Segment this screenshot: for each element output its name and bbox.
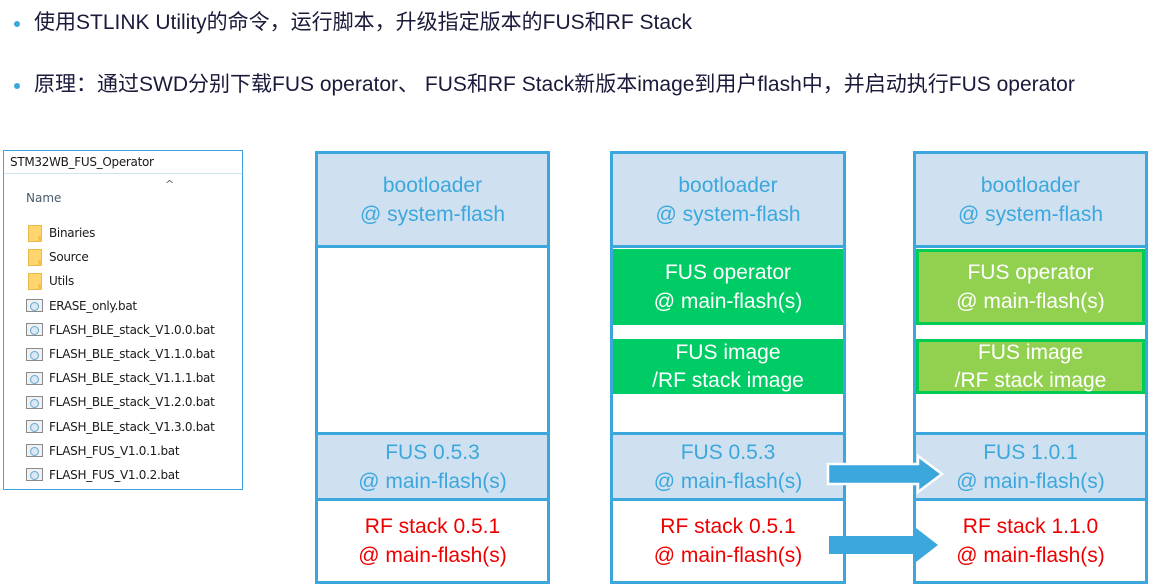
- rf-stack-block: RF stack 0.5.1 @ main-flash(s): [318, 501, 547, 581]
- bullet-dot-icon: [14, 83, 20, 89]
- fus-block: FUS 1.0.1 @ main-flash(s): [916, 432, 1145, 501]
- file-item[interactable]: Utils: [28, 269, 215, 293]
- folder-icon: [28, 224, 42, 242]
- bootloader-block: bootloader @ system-flash: [318, 154, 547, 248]
- file-name: FLASH_FUS_V1.0.1.bat: [49, 443, 180, 458]
- file-item[interactable]: FLASH_FUS_V1.0.1.bat: [26, 439, 215, 463]
- fus-upgrade-arrow-icon: [826, 453, 945, 495]
- folder-icon: [28, 272, 42, 290]
- batch-file-icon: [26, 299, 43, 313]
- folder-icon: [28, 248, 42, 266]
- file-item[interactable]: FLASH_BLE_stack_V1.0.0.bat: [26, 318, 215, 342]
- bullet-text: 原理：通过SWD分别下载FUS operator、 FUS和RF Stack新版…: [34, 73, 1075, 96]
- memory-map-downloaded: bootloader @ system-flash FUS operator @ m…: [610, 151, 846, 584]
- fus-operator-block: FUS operator @ main-flash(s): [613, 249, 843, 325]
- file-item[interactable]: FLASH_BLE_stack_V1.1.0.bat: [26, 342, 215, 366]
- file-item[interactable]: Binaries: [28, 221, 215, 245]
- memory-map-upgraded: bootloader @ system-flash FUS operator @ m…: [913, 151, 1148, 584]
- fus-rf-image-block: FUS image/RF stack image: [916, 339, 1145, 394]
- bullet-dot-icon: [14, 21, 20, 27]
- file-name: FLASH_BLE_stack_V1.2.0.bat: [49, 395, 215, 410]
- file-name: FLASH_BLE_stack_V1.1.0.bat: [49, 347, 215, 362]
- bullet-principle: 原理：通过SWD分别下载FUS operator、 FUS和RF Stack新版…: [14, 71, 1154, 99]
- file-item[interactable]: FLASH_FUS_V1.0.2.bat: [26, 463, 215, 487]
- file-name: Binaries: [49, 226, 96, 241]
- file-item[interactable]: ERASE_only.bat: [26, 294, 215, 318]
- file-item[interactable]: FLASH_BLE_stack_V1.1.1.bat: [26, 366, 215, 390]
- rf-stack-block: RF stack 1.1.0 @ main-flash(s): [916, 501, 1145, 581]
- column-header-name[interactable]: Name: [26, 191, 61, 205]
- rf-upgrade-arrow-icon: [829, 528, 938, 562]
- file-name: FLASH_BLE_stack_V1.3.0.bat: [49, 419, 215, 434]
- file-explorer: STM32WB_FUS_Operator ^ Name Binaries Sou…: [3, 150, 243, 490]
- batch-file-icon: [26, 347, 43, 361]
- file-name: Source: [49, 250, 89, 265]
- bootloader-block: bootloader @ system-flash: [613, 154, 843, 248]
- rf-stack-block: RF stack 0.5.1 @ main-flash(s): [613, 501, 843, 581]
- file-list: Binaries Source Utils ERASE_only.bat FLA…: [26, 221, 215, 487]
- fus-rf-image-block: FUS image/RF stack image: [613, 339, 843, 394]
- batch-file-icon: [26, 371, 43, 385]
- file-name: ERASE_only.bat: [49, 298, 137, 313]
- chevron-up-icon[interactable]: ^: [165, 178, 174, 191]
- file-name: FLASH_BLE_stack_V1.1.1.bat: [49, 371, 215, 386]
- bullet-usage: 使用STLINK Utility的命令，运行脚本，升级指定版本的FUS和RF S…: [14, 9, 1154, 37]
- batch-file-icon: [26, 420, 43, 434]
- file-name: FLASH_FUS_V1.0.2.bat: [49, 467, 180, 482]
- explorer-title: STM32WB_FUS_Operator: [4, 151, 242, 174]
- memory-map-initial: bootloader @ system-flash FUS 0.5.3 @ main…: [315, 151, 550, 584]
- fus-operator-block: FUS operator @ main-flash(s): [916, 249, 1145, 325]
- file-name: Utils: [49, 274, 74, 289]
- bootloader-block: bootloader @ system-flash: [916, 154, 1145, 248]
- batch-file-icon: [26, 395, 43, 409]
- batch-file-icon: [26, 468, 43, 482]
- bullet-text: 使用STLINK Utility的命令，运行脚本，升级指定版本的FUS和RF S…: [34, 11, 693, 34]
- file-item[interactable]: FLASH_BLE_stack_V1.3.0.bat: [26, 415, 215, 439]
- batch-file-icon: [26, 323, 43, 337]
- file-name: FLASH_BLE_stack_V1.0.0.bat: [49, 322, 215, 337]
- batch-file-icon: [26, 444, 43, 458]
- fus-block: FUS 0.5.3 @ main-flash(s): [613, 432, 843, 501]
- file-item[interactable]: Source: [28, 245, 215, 269]
- file-item[interactable]: FLASH_BLE_stack_V1.2.0.bat: [26, 390, 215, 414]
- fus-block: FUS 0.5.3 @ main-flash(s): [318, 432, 547, 501]
